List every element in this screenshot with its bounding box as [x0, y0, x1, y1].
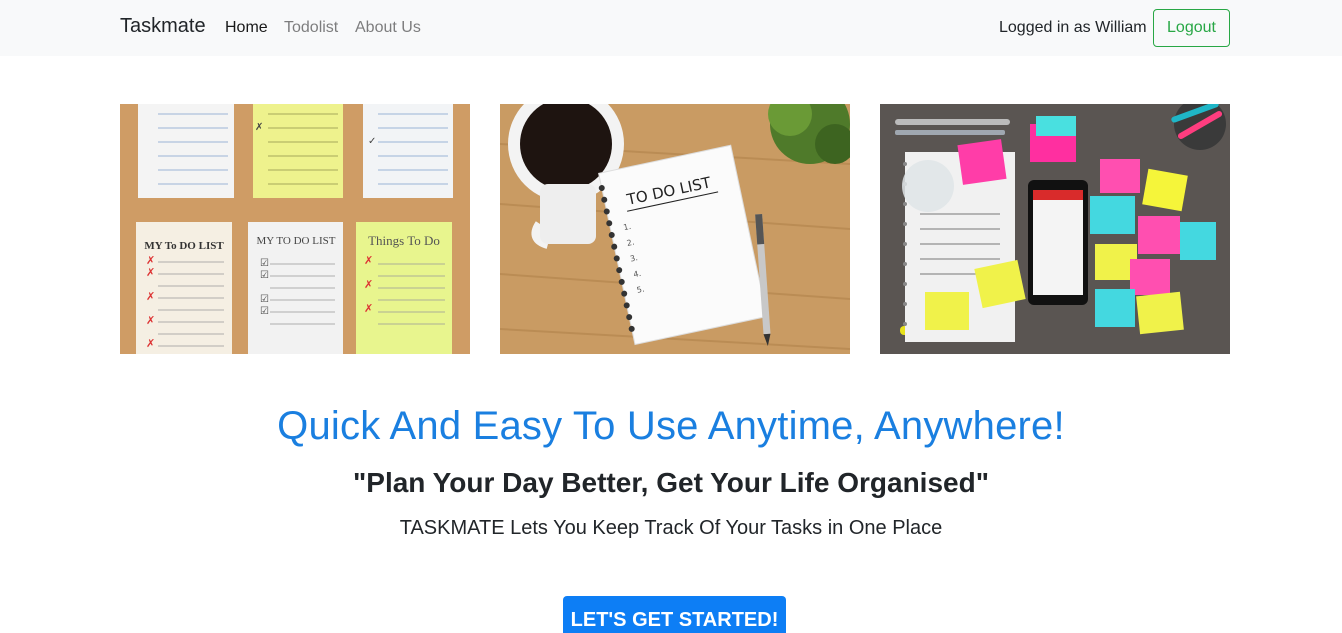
- svg-text:☑: ☑: [260, 306, 269, 317]
- svg-text:✓: ✓: [368, 136, 376, 147]
- sticky-note-lists-image: MY To DO LIST MY TO DO LIST Things To Do…: [120, 104, 470, 354]
- svg-text:✗: ✗: [364, 254, 373, 267]
- svg-text:☑: ☑: [260, 294, 269, 305]
- get-started-button[interactable]: LET'S GET STARTED!: [563, 596, 786, 633]
- notebook-coffee-image: TO DO LIST 1. 2. 3. 4. 5.: [500, 104, 850, 354]
- hero-headline: Quick And Easy To Use Anytime, Anywhere!: [277, 404, 1065, 448]
- navbar: Taskmate Home Todolist About Us Logged i…: [0, 0, 1342, 56]
- brand-link[interactable]: Taskmate: [120, 15, 206, 38]
- hero-quote: "Plan Your Day Better, Get Your Life Org…: [353, 467, 989, 498]
- note-title-3: Things To Do: [368, 233, 440, 248]
- svg-text:✗: ✗: [364, 302, 373, 315]
- desk-sticky-notes-image: [880, 104, 1230, 354]
- nav-link-home[interactable]: Home: [225, 19, 268, 37]
- nav-link-todolist[interactable]: Todolist: [284, 19, 338, 37]
- svg-text:✗: ✗: [146, 337, 155, 350]
- svg-text:✗: ✗: [146, 314, 155, 327]
- logged-in-text: Logged in as William: [999, 19, 1147, 36]
- svg-text:✗: ✗: [255, 122, 263, 133]
- hero-subline: TASKMATE Lets You Keep Track Of Your Tas…: [399, 517, 943, 539]
- svg-text:✗: ✗: [364, 278, 373, 291]
- svg-text:✗: ✗: [146, 266, 155, 279]
- note-title-2: MY TO DO LIST: [257, 235, 336, 247]
- svg-text:☑: ☑: [260, 258, 269, 269]
- note-title-1: MY To DO LIST: [144, 240, 224, 252]
- logout-button[interactable]: Logout: [1153, 9, 1230, 47]
- svg-text:☑: ☑: [260, 270, 269, 281]
- svg-text:✗: ✗: [146, 290, 155, 303]
- nav-link-about-us[interactable]: About Us: [355, 19, 421, 37]
